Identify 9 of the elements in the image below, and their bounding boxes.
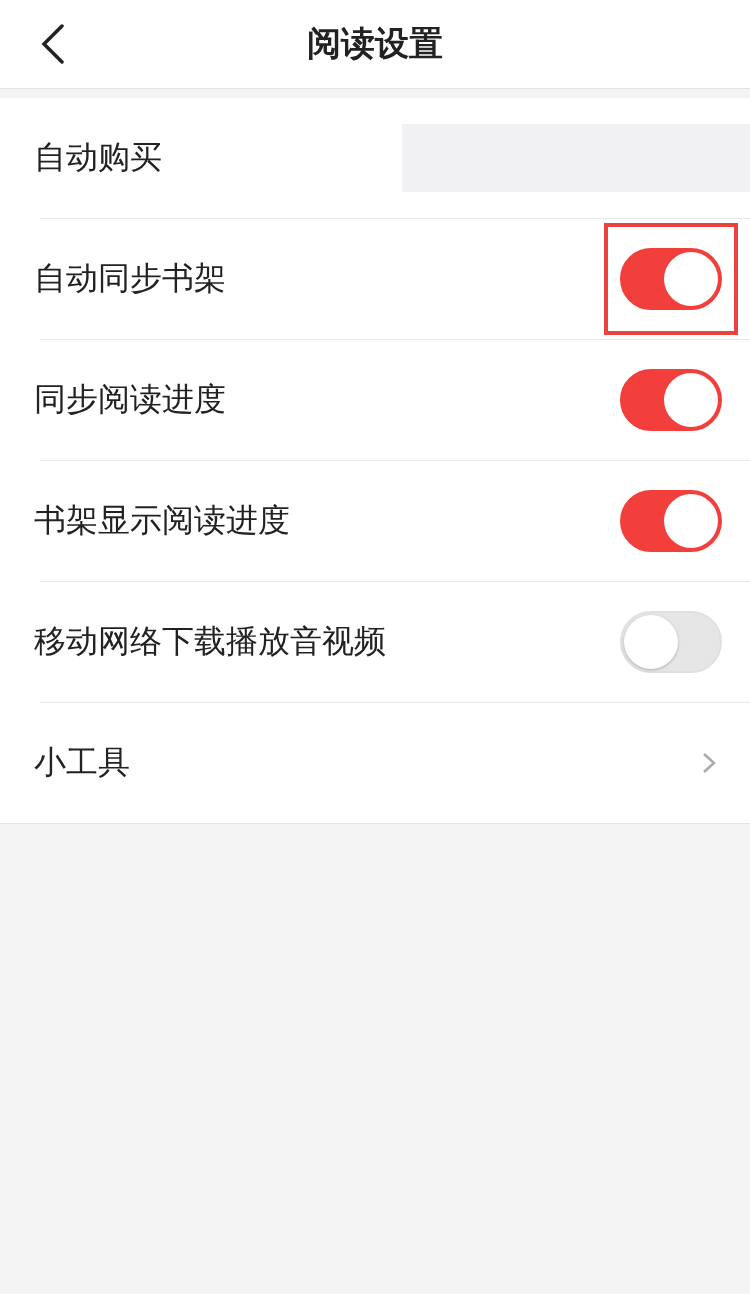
chevron-right-icon[interactable]: [702, 752, 716, 774]
setting-label: 自动购买: [34, 137, 162, 178]
setting-label: 移动网络下载播放音视频: [34, 621, 386, 662]
setting-label: 自动同步书架: [34, 258, 226, 299]
back-icon[interactable]: [40, 24, 64, 64]
setting-label: 小工具: [34, 742, 130, 783]
setting-label: 同步阅读进度: [34, 379, 226, 420]
setting-label: 书架显示阅读进度: [34, 500, 290, 541]
page-title: 阅读设置: [307, 22, 443, 65]
